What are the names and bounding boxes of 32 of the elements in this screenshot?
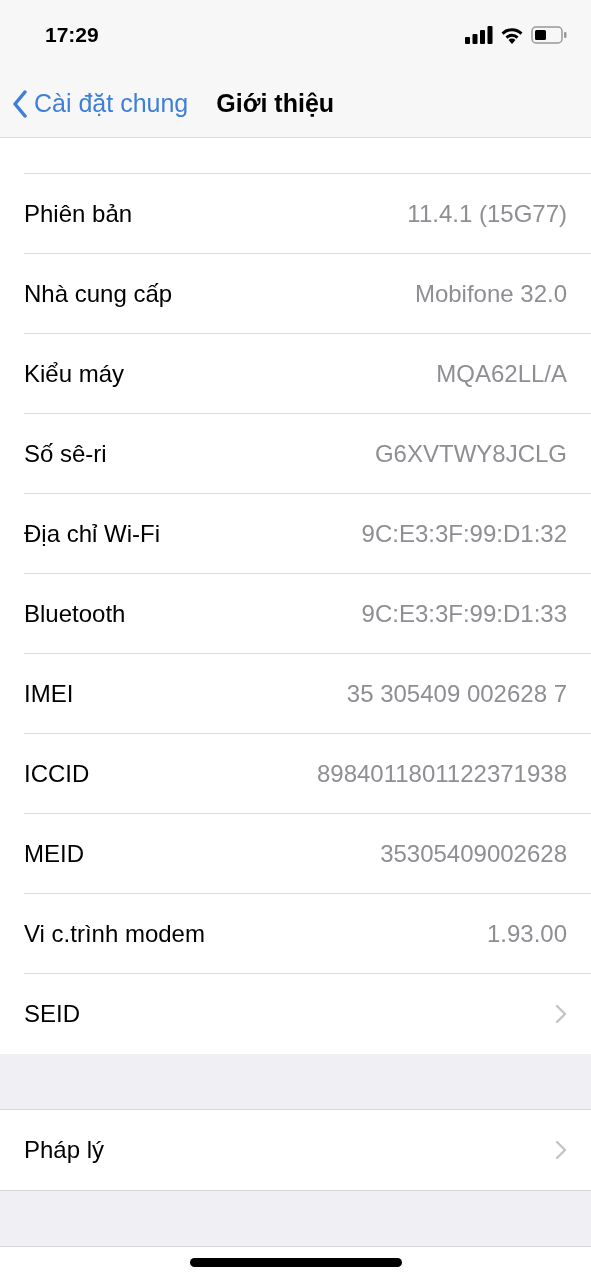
row-value: Mobifone 32.0 [414,279,567,308]
row-label: Vi c.trình modem [24,919,205,948]
wifi-icon [500,26,524,44]
row-value: G6XVTWY8JCLG [374,439,567,468]
row-value: 35 305409 002628 7 [346,679,567,708]
row-label: Số sê-ri [24,439,107,468]
chevron-icon [555,1004,567,1024]
row-label[interactable]: Pháp lý [24,1136,105,1164]
row-label: Kiểu máy [24,359,125,388]
chevron-icon [555,1140,567,1160]
battery-icon [531,26,567,44]
row-value: 9C:E3:3F:99:D1:32 [361,519,567,548]
row-value: MQA62LL/A [436,359,567,388]
row-value: 8984011801122371938 [316,759,567,788]
row-label: Địa chỉ Wi-Fi [24,519,160,548]
row-value: 1.93.00 [486,919,567,948]
back-chevron-icon [12,89,28,118]
row-label[interactable]: SEID [24,1000,80,1028]
back-button[interactable]: Cài đặt chung [12,89,189,118]
row-value: 11.4.1 (15G77) [407,199,567,228]
row-value: 9C:E3:3F:99:D1:33 [361,599,567,628]
row-label: Phiên bản [24,199,133,228]
status-time: 17:29 [45,23,99,47]
row-label: IMEI [24,679,74,708]
signal-icon [465,26,493,44]
row-label: ICCID [24,759,90,788]
row-value: 35305409002628 [380,839,567,868]
home-indicator[interactable] [190,1258,402,1267]
row-label: Nhà cung cấp [24,279,173,308]
row-label: MEID [24,839,84,868]
row-label: Bluetooth [24,599,126,628]
nav-title: Giới thiệu [216,89,335,118]
